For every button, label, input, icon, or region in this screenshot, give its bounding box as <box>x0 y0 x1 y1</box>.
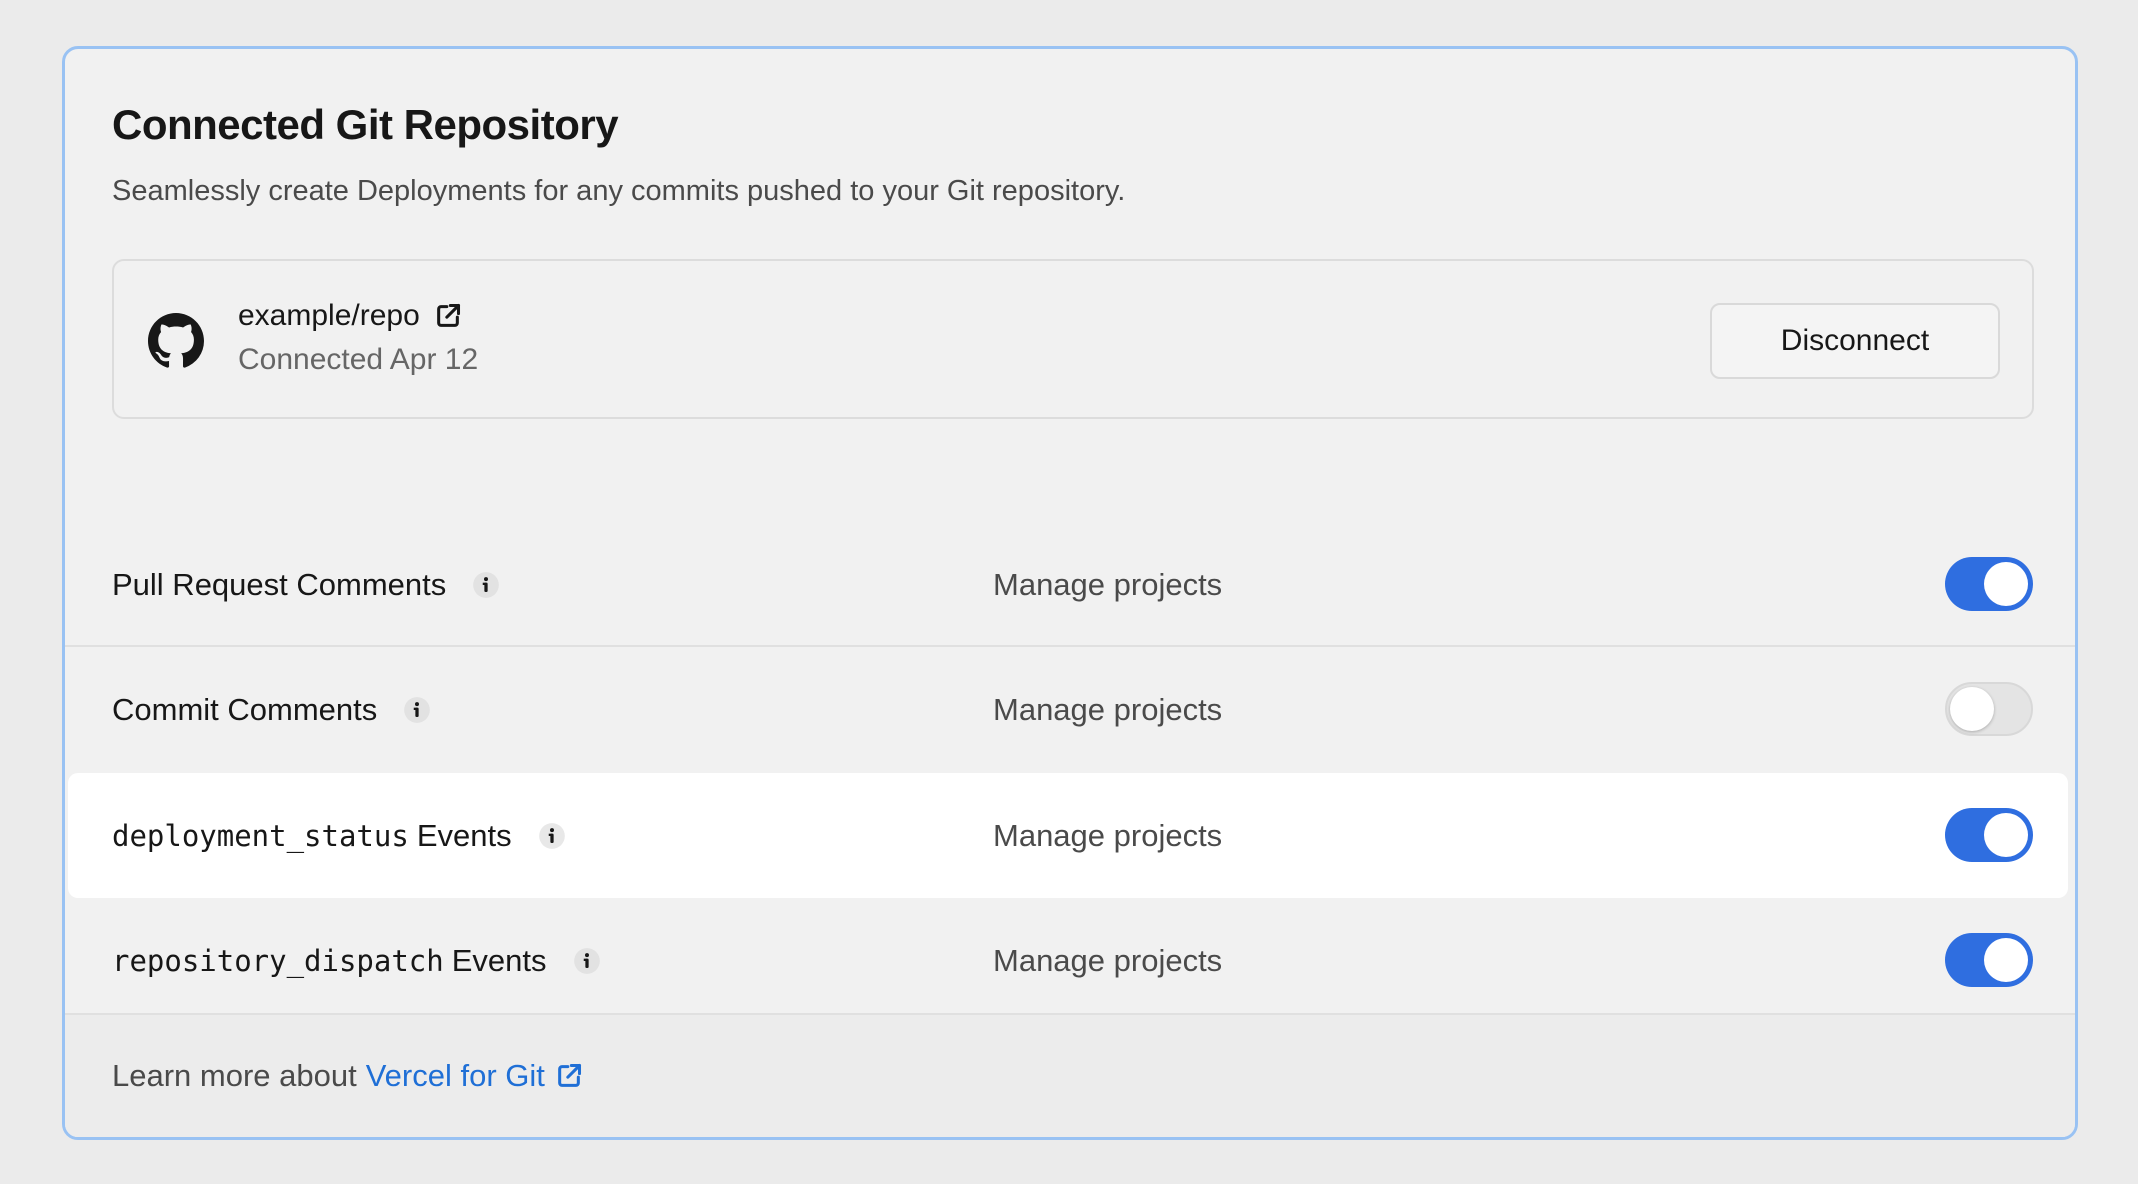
setting-code: deployment_status <box>112 818 409 853</box>
toggle-knob <box>1984 938 2028 982</box>
toggle-switch[interactable] <box>1945 933 2033 987</box>
connected-repo-box: example/repo Connected Apr 12 Disconnect <box>112 259 2034 419</box>
footer-text: Learn more about Vercel for Git <box>112 1015 583 1137</box>
info-icon[interactable] <box>403 696 431 724</box>
manage-projects-link[interactable]: Manage projects <box>993 522 1222 647</box>
git-repository-card: Connected Git Repository Seamlessly crea… <box>62 46 2078 1140</box>
disconnect-button[interactable]: Disconnect <box>1710 303 2000 379</box>
info-icon[interactable] <box>538 822 566 850</box>
card-subtitle: Seamlessly create Deployments for any co… <box>112 175 1126 207</box>
toggle-switch[interactable] <box>1945 557 2033 611</box>
toggle-knob <box>1984 562 2028 606</box>
setting-code: repository_dispatch <box>112 943 444 978</box>
github-icon <box>148 313 204 368</box>
vercel-for-git-link[interactable]: Vercel for Git <box>366 1058 583 1094</box>
footer-link-label: Vercel for Git <box>365 1058 545 1093</box>
setting-row-pull-request-comments: Pull Request Comments Manage projects <box>65 522 2075 647</box>
setting-label: deployment_status Events <box>112 773 566 898</box>
setting-row-deployment-status-events: deployment_status Events Manage projects <box>68 773 2068 898</box>
card-footer: Learn more about Vercel for Git <box>65 1013 2075 1137</box>
setting-title: Commit Comments <box>112 691 378 727</box>
setting-label: Commit Comments <box>112 647 431 772</box>
toggle-knob <box>1984 813 2028 857</box>
repo-name: example/repo <box>238 299 420 332</box>
setting-row-repository-dispatch-events: repository_dispatch Events Manage projec… <box>65 898 2075 1023</box>
manage-projects-link[interactable]: Manage projects <box>993 898 1222 1023</box>
toggle-switch[interactable] <box>1945 808 2033 862</box>
repo-connected-date: Connected Apr 12 <box>238 343 479 376</box>
manage-projects-link[interactable]: Manage projects <box>993 647 1222 772</box>
external-link-icon <box>558 1063 581 1087</box>
setting-title: Events <box>451 942 547 978</box>
setting-title: Pull Request Comments <box>112 566 447 602</box>
toggle-switch[interactable] <box>1945 682 2033 736</box>
setting-row-commit-comments: Commit Comments Manage projects <box>65 647 2075 772</box>
info-icon[interactable] <box>472 571 500 599</box>
repo-link[interactable]: example/repo <box>238 299 462 333</box>
manage-projects-link[interactable]: Manage projects <box>993 773 1222 898</box>
card-title: Connected Git Repository <box>112 101 619 148</box>
setting-label: repository_dispatch Events <box>112 898 601 1023</box>
setting-title: Events <box>416 817 512 853</box>
external-link-icon <box>436 303 460 327</box>
toggle-knob <box>1950 687 1994 731</box>
info-icon[interactable] <box>573 947 601 975</box>
setting-label: Pull Request Comments <box>112 522 500 647</box>
footer-prefix: Learn more about <box>112 1058 357 1093</box>
